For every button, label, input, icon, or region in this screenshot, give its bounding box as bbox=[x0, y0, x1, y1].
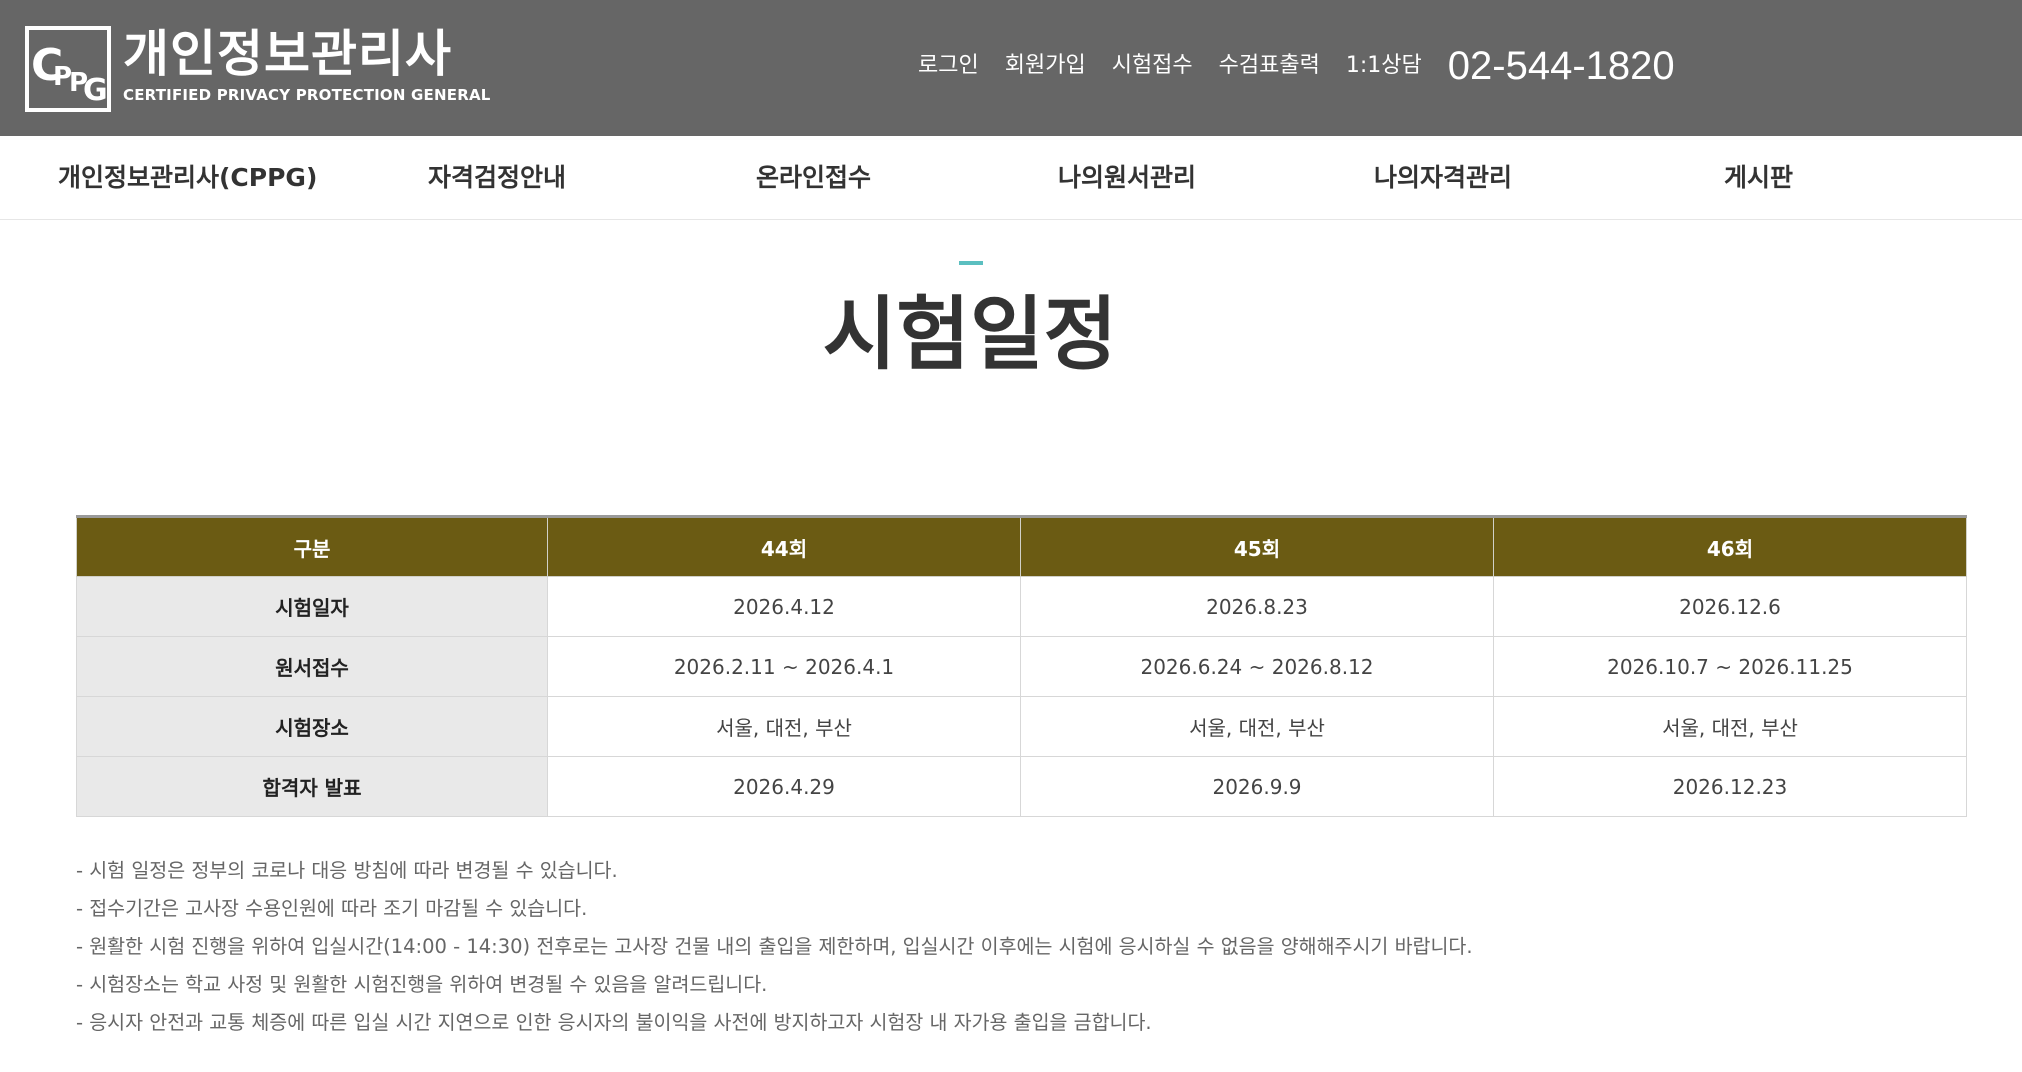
row-label: 원서접수 bbox=[76, 636, 548, 697]
nav-item-online-apply[interactable]: 온라인접수 bbox=[756, 136, 871, 220]
title-accent-bar bbox=[959, 261, 983, 265]
table-cell: 2026.12.6 bbox=[1493, 576, 1967, 637]
nav-item-my-application[interactable]: 나의원서관리 bbox=[1058, 136, 1196, 220]
logo-title: 개인정보관리사 bbox=[123, 25, 452, 83]
table-cell: 2026.4.29 bbox=[547, 756, 1021, 817]
nav-item-cppg[interactable]: 개인정보관리사(CPPG) bbox=[58, 136, 317, 220]
table-cell: 서울, 대전, 부산 bbox=[1493, 696, 1967, 757]
table-cell: 2026.2.11 ~ 2026.4.1 bbox=[547, 636, 1021, 697]
row-label: 시험일자 bbox=[76, 576, 548, 637]
notice-item: - 시험장소는 학교 사정 및 원활한 시험진행을 위하여 변경될 수 있음을 … bbox=[76, 973, 768, 996]
exam-apply-link[interactable]: 시험접수 bbox=[1112, 44, 1193, 88]
nav-item-exam-guide[interactable]: 자격검정안내 bbox=[428, 136, 566, 220]
logo-mark-icon: C P P G bbox=[25, 26, 111, 112]
logo-subtitle: CERTIFIED PRIVACY PROTECTION GENERAL bbox=[123, 86, 491, 104]
exam-schedule-table: 구분 44회 45회 46회 시험일자 2026.4.12 2026.8.23 … bbox=[76, 515, 1967, 817]
admission-ticket-link[interactable]: 수검표출력 bbox=[1219, 44, 1320, 88]
column-header: 45회 bbox=[1020, 516, 1494, 577]
table-row: 합격자 발표 2026.4.29 2026.9.9 2026.12.23 bbox=[76, 756, 1967, 817]
nav-item-my-certificate[interactable]: 나의자격관리 bbox=[1374, 136, 1512, 220]
table-cell: 2026.12.23 bbox=[1493, 756, 1967, 817]
notice-item: - 응시자 안전과 교통 체증에 따른 입실 시간 지연으로 인한 응시자의 불… bbox=[76, 1011, 1152, 1034]
top-header: C P P G 개인정보관리사 CERTIFIED PRIVACY PROTEC… bbox=[0, 0, 2022, 136]
notice-list: - 시험 일정은 정부의 코로나 대응 방침에 따라 변경될 수 있습니다. -… bbox=[76, 852, 1776, 1042]
site-logo[interactable]: C P P G 개인정보관리사 CERTIFIED PRIVACY PROTEC… bbox=[25, 25, 490, 116]
notice-item: - 원활한 시험 진행을 위하여 입실시간(14:00 - 14:30) 전후로… bbox=[76, 935, 1473, 958]
main-nav: 개인정보관리사(CPPG) 자격검정안내 온라인접수 나의원서관리 나의자격관리… bbox=[0, 136, 2022, 220]
table-cell: 2026.4.12 bbox=[547, 576, 1021, 637]
login-link[interactable]: 로그인 bbox=[918, 44, 979, 88]
table-cell: 2026.6.24 ~ 2026.8.12 bbox=[1020, 636, 1494, 697]
nav-item-board[interactable]: 게시판 bbox=[1724, 136, 1793, 220]
table-header-row: 구분 44회 45회 46회 bbox=[76, 516, 1967, 577]
signup-link[interactable]: 회원가입 bbox=[1005, 44, 1086, 88]
table-cell: 2026.10.7 ~ 2026.11.25 bbox=[1493, 636, 1967, 697]
table-cell: 서울, 대전, 부산 bbox=[547, 696, 1021, 757]
phone-number: 02-544-1820 bbox=[1447, 44, 1675, 88]
table-row: 시험장소 서울, 대전, 부산 서울, 대전, 부산 서울, 대전, 부산 bbox=[76, 696, 1967, 757]
row-label: 시험장소 bbox=[76, 696, 548, 757]
logo-mark-letter: G bbox=[83, 73, 108, 108]
page-title: 시험일정 bbox=[822, 288, 1118, 381]
table-cell: 2026.8.23 bbox=[1020, 576, 1494, 637]
table-cell: 2026.9.9 bbox=[1020, 756, 1494, 817]
table-row: 시험일자 2026.4.12 2026.8.23 2026.12.6 bbox=[76, 576, 1967, 637]
utility-menu: 로그인 회원가입 시험접수 수검표출력 1:1상담 02-544-1820 bbox=[918, 44, 1675, 88]
row-label: 합격자 발표 bbox=[76, 756, 548, 817]
column-header: 46회 bbox=[1493, 516, 1967, 577]
inquiry-link[interactable]: 1:1상담 bbox=[1346, 44, 1422, 88]
table-row: 원서접수 2026.2.11 ~ 2026.4.1 2026.6.24 ~ 20… bbox=[76, 636, 1967, 697]
table-cell: 서울, 대전, 부산 bbox=[1020, 696, 1494, 757]
column-header: 44회 bbox=[547, 516, 1021, 577]
notice-item: - 시험 일정은 정부의 코로나 대응 방침에 따라 변경될 수 있습니다. bbox=[76, 859, 618, 882]
column-header: 구분 bbox=[76, 516, 548, 577]
notice-item: - 접수기간은 고사장 수용인원에 따라 조기 마감될 수 있습니다. bbox=[76, 897, 588, 920]
